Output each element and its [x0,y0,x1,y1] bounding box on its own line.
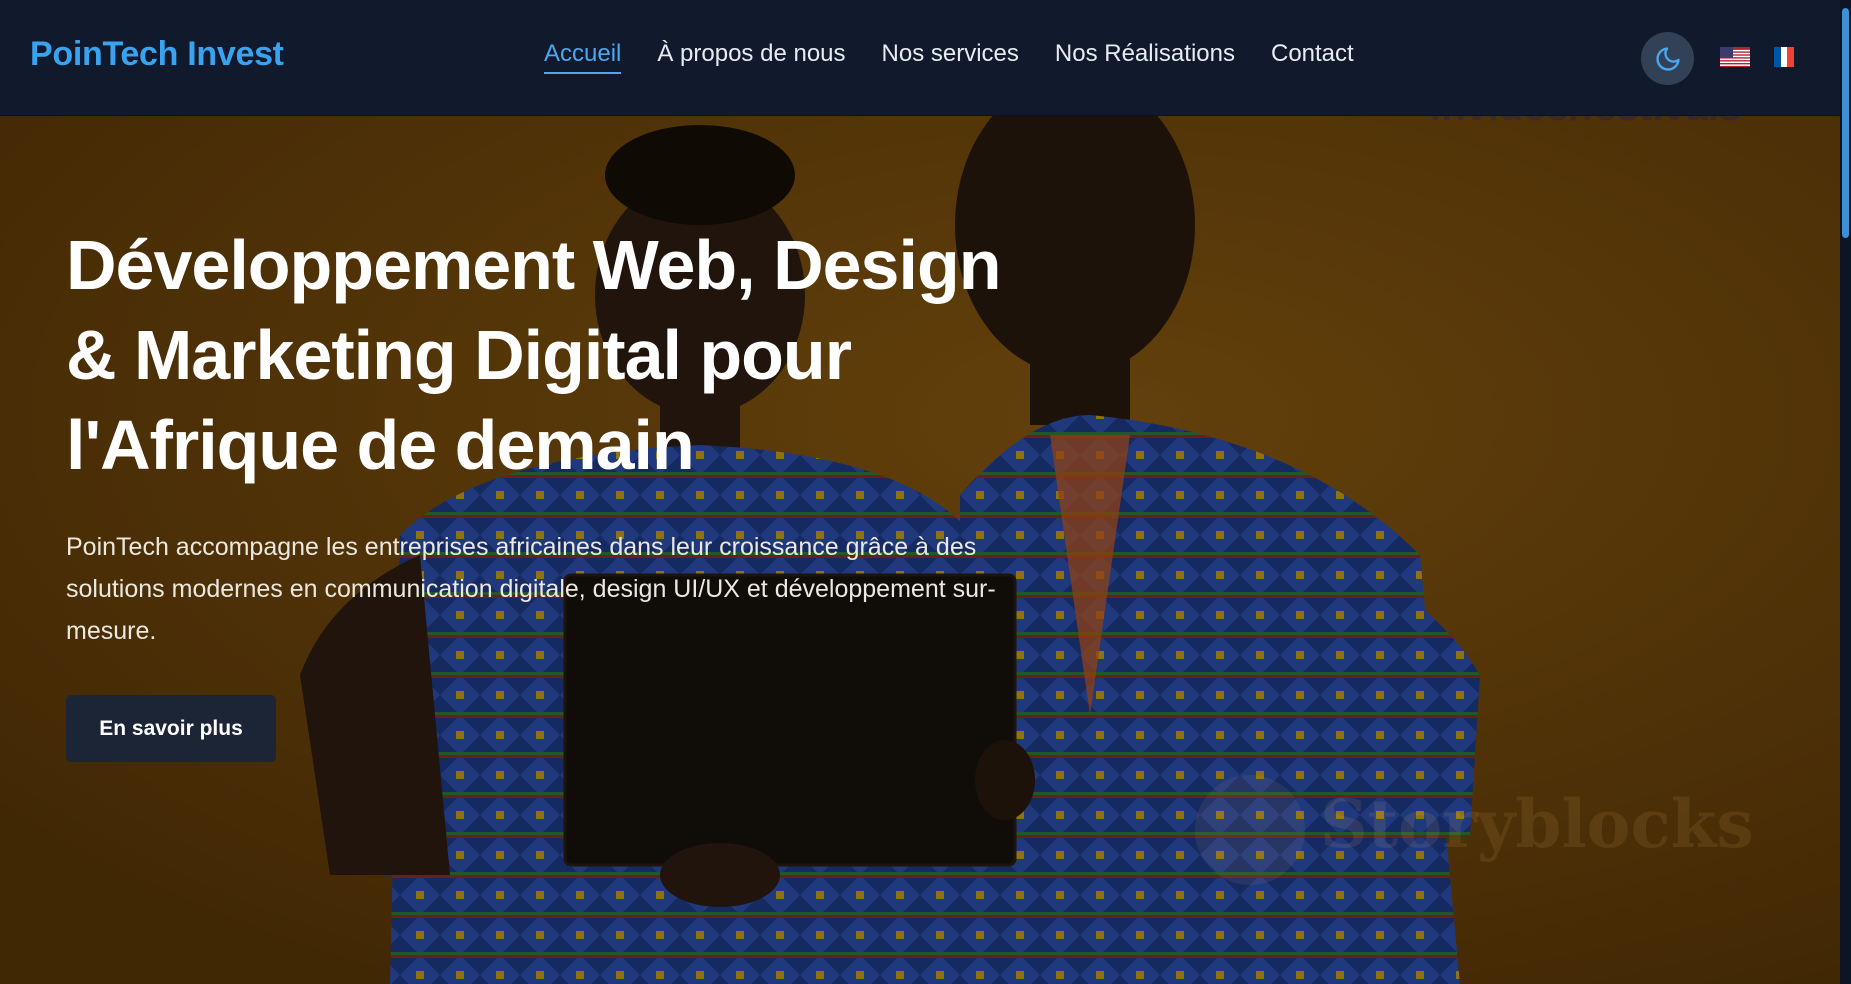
theme-toggle-button[interactable] [1641,32,1694,85]
nav-link-a-propos[interactable]: À propos de nous [657,40,845,74]
hero-title-line: l'Afrique de demain [66,406,695,484]
hero-title: Développement Web, Design & Marketing Di… [66,220,1066,490]
fr-flag-icon[interactable] [1774,47,1794,67]
scrollbar-thumb[interactable] [1842,8,1849,238]
watermark: Storyblocks [1320,785,1754,863]
brand-logo[interactable]: PoinTech Invest [30,35,284,74]
learn-more-button[interactable]: En savoir plus [66,695,276,762]
watermark-top: invideo/festivals [1430,115,1741,130]
nav-link-services[interactable]: Nos services [882,40,1019,74]
hero-subtitle: PoinTech accompagne les entreprises afri… [66,533,996,645]
moon-icon [1655,46,1680,71]
hero-section: invideo/festivals Storyblocks Développem… [0,115,1840,984]
watermark-logo-icon [1195,775,1305,885]
hero-title-line: & Marketing Digital pour [66,316,852,394]
nav-link-realisations[interactable]: Nos Réalisations [1055,40,1235,74]
hero-title-line: Développement Web, Design [66,226,1001,304]
navbar: PoinTech Invest Accueil À propos de nous… [0,0,1840,116]
main-nav: Accueil À propos de nous Nos services No… [544,40,1390,74]
page: PoinTech Invest Accueil À propos de nous… [0,0,1851,984]
nav-link-contact[interactable]: Contact [1271,40,1354,74]
nav-link-accueil[interactable]: Accueil [544,40,622,74]
hero-content: Développement Web, Design & Marketing Di… [66,220,1066,652]
us-flag-icon[interactable] [1720,47,1750,67]
